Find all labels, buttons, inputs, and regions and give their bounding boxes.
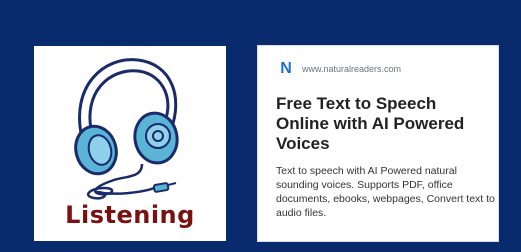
listening-label: Listening	[65, 201, 195, 229]
ad-card[interactable]: N www.naturalreaders.com Free Text to Sp…	[258, 46, 498, 241]
ad-domain[interactable]: www.naturalreaders.com	[302, 64, 401, 74]
page-background: Listening N www.naturalreaders.com Free …	[0, 0, 521, 252]
ad-description: Text to speech with AI Powered natural s…	[276, 165, 495, 219]
ad-header: N www.naturalreaders.com	[278, 60, 401, 77]
listening-image-card[interactable]: Listening	[34, 46, 226, 241]
naturalreaders-logo-icon: N	[280, 60, 292, 77]
ad-title[interactable]: Free Text to Speech Online with AI Power…	[276, 94, 486, 154]
